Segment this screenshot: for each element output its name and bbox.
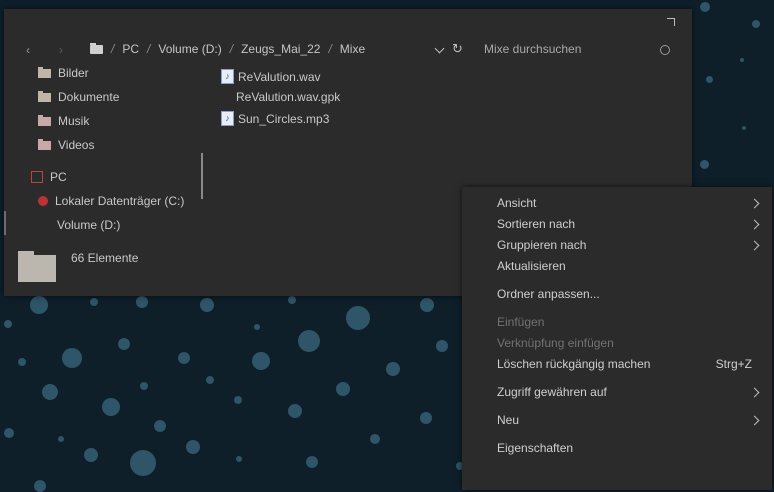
chevron-right-icon [749, 198, 760, 209]
drive-icon [38, 196, 48, 206]
nav-item-musik[interactable]: Musik [38, 114, 89, 128]
videos-folder-icon [38, 138, 51, 150]
menu-item-eigenschaften[interactable]: Eigenschaften [497, 441, 573, 455]
menu-item-loeschen[interactable]: Löschen rückgängig machen [497, 357, 650, 371]
menu-item-aktualisieren[interactable]: Aktualisieren [497, 259, 566, 273]
menu-item-neu[interactable]: Neu [497, 413, 519, 427]
selection-indicator [4, 211, 6, 235]
pane-splitter[interactable] [201, 153, 203, 199]
chevron-right-icon [749, 415, 760, 426]
nav-item-drive-d[interactable]: Volume (D:) [57, 218, 120, 232]
item-count: 66 Elemente [71, 251, 139, 265]
nav-item-label: Musik [58, 114, 90, 128]
documents-folder-icon [38, 90, 51, 102]
nav-item-drive-c[interactable]: Lokaler Datenträger (C:) [38, 194, 184, 208]
menu-item-sortieren[interactable]: Sortieren nach [497, 217, 575, 231]
folder-icon [18, 251, 56, 282]
list-item[interactable]: ♪ ReValution.wav [221, 69, 321, 84]
context-menu: Ansicht Sortieren nach Gruppieren nach A… [462, 187, 772, 490]
resize-handle[interactable] [667, 18, 675, 26]
computer-icon [31, 171, 43, 183]
breadcrumb-item-volume-d[interactable]: Volume (D:) [158, 42, 221, 56]
menu-item-ansicht[interactable]: Ansicht [497, 196, 536, 210]
nav-item-videos[interactable]: Videos [38, 138, 94, 152]
menu-item-gruppieren[interactable]: Gruppieren nach [497, 238, 586, 252]
refresh-icon[interactable]: ↻ [452, 41, 463, 57]
search-icon[interactable] [660, 45, 670, 55]
list-item[interactable]: ReValution.wav.gpk [236, 90, 340, 104]
pictures-folder-icon [38, 66, 51, 78]
menu-item-einfuegen[interactable]: Einfügen [497, 315, 544, 329]
list-item[interactable]: ♪ Sun_Circles.mp3 [221, 111, 329, 126]
music-folder-icon [38, 114, 51, 126]
file-name: Sun_Circles.mp3 [238, 111, 330, 126]
breadcrumb-item-zeugs[interactable]: Zeugs_Mai_22 [241, 42, 320, 56]
back-button[interactable]: ‹ [26, 43, 30, 57]
chevron-down-icon[interactable] [434, 43, 445, 54]
nav-item-pc[interactable]: PC [31, 170, 67, 184]
nav-item-label: Dokumente [58, 90, 120, 104]
shortcut-label: Strg+Z [715, 357, 752, 371]
menu-item-verknuepfung[interactable]: Verknüpfung einfügen [497, 336, 614, 350]
file-name: ReValution.wav [238, 69, 321, 84]
chevron-right-icon [749, 219, 760, 230]
menu-item-ordner-anpassen[interactable]: Ordner anpassen... [497, 287, 600, 301]
menu-item-zugriff[interactable]: Zugriff gewähren auf [497, 385, 607, 399]
nav-item-label: Bilder [58, 66, 89, 80]
audio-file-icon: ♪ [221, 111, 234, 126]
audio-file-icon: ♪ [221, 69, 234, 84]
forward-button[interactable]: › [59, 43, 63, 57]
chevron-right-icon [749, 240, 760, 251]
search-input[interactable]: Mixe durchsuchen [484, 42, 581, 56]
chevron-right-icon [749, 387, 760, 398]
nav-item-label: PC [50, 170, 67, 184]
nav-item-label: Videos [58, 138, 95, 152]
nav-item-label: Volume (D:) [57, 218, 121, 232]
nav-item-label: Lokaler Datenträger (C:) [55, 194, 185, 208]
breadcrumb-item-pc[interactable]: PC [122, 42, 139, 56]
nav-item-bilder[interactable]: Bilder [38, 66, 89, 80]
file-name: ReValution.wav.gpk [236, 90, 341, 104]
breadcrumb-item-mixe[interactable]: Mixe [340, 42, 365, 56]
nav-item-dokumente[interactable]: Dokumente [38, 90, 119, 104]
breadcrumb[interactable]: / PC / Volume (D:) / Zeugs_Mai_22 / Mixe [90, 42, 365, 56]
folder-icon [90, 42, 103, 54]
